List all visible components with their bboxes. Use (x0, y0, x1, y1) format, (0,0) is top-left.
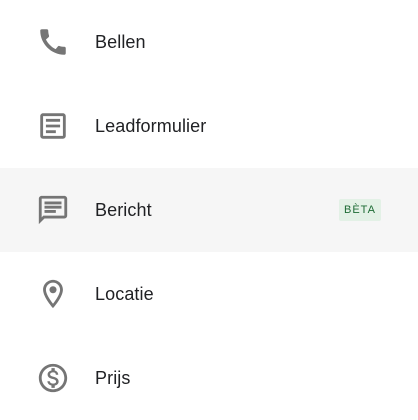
menu-item-bericht[interactable]: Bericht BÈTA (0, 168, 418, 252)
menu-item-label: Leadformulier (95, 115, 207, 136)
menu-item-leadformulier[interactable]: Leadformulier (0, 84, 418, 168)
menu-item-label: Prijs (95, 367, 131, 388)
menu-item-label: Bellen (95, 31, 146, 52)
menu-item-bellen[interactable]: Bellen (0, 0, 418, 84)
menu-item-label: Locatie (95, 283, 154, 304)
menu-item-prijs[interactable]: Prijs (0, 336, 418, 420)
phone-icon (36, 25, 70, 59)
menu-item-label: Bericht (95, 199, 152, 220)
dollar-icon (36, 361, 70, 395)
message-icon (36, 193, 70, 227)
beta-badge: BÈTA (339, 199, 381, 221)
form-icon (36, 109, 70, 143)
location-pin-icon (36, 277, 70, 311)
extension-type-menu: Bellen Leadformulier Bericht BÈTA Locati… (0, 0, 418, 420)
menu-item-locatie[interactable]: Locatie (0, 252, 418, 336)
